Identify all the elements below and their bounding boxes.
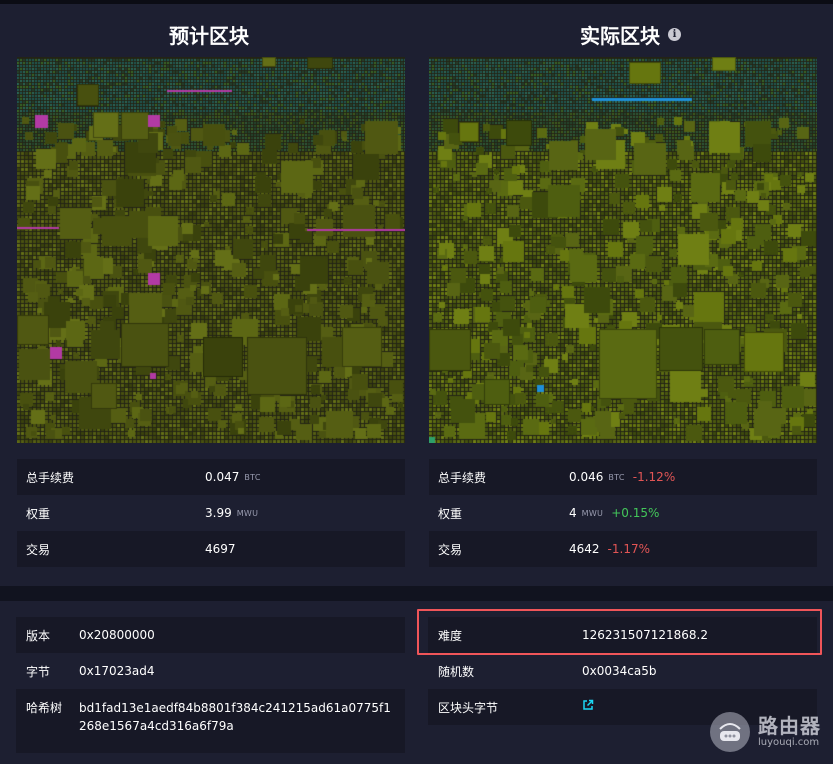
merkle-root-label: 哈希树 <box>26 701 63 715</box>
actual-fee-row: 总手续费 0.046 BTC -1.12% <box>429 459 817 495</box>
watermark-text: 路由器 luyouqi.com <box>758 715 821 749</box>
bits-value: 0x17023ad4 <box>79 664 155 678</box>
block-details-left: 版本 0x20800000 字节 0x17023ad4 哈希树 bd1fad13… <box>16 617 405 753</box>
actual-block-canvas[interactable] <box>429 57 817 443</box>
fee-unit: BTC <box>244 472 261 482</box>
actual-block-title: 实际区块 i <box>580 20 681 49</box>
watermark-url: luyouqi.com <box>758 737 820 748</box>
projected-block-title: 预计区块 <box>169 20 249 49</box>
version-value: 0x20800000 <box>79 628 155 642</box>
weight-label: 权重 <box>26 506 51 521</box>
actual-weight-row: 权重 4 MWU +0.15% <box>429 495 817 531</box>
router-logo-icon <box>710 712 750 752</box>
version-label: 版本 <box>26 628 51 643</box>
watermark-name: 路由器 <box>758 714 821 738</box>
block-header-hex-label: 区块头字节 <box>438 700 499 715</box>
version-row: 版本 0x20800000 <box>16 617 405 653</box>
merkle-root-value: bd1fad13e1aedf84b8801f384c241215ad61a077… <box>79 701 391 733</box>
tx-delta: -1.17% <box>607 542 650 556</box>
projected-fee-row: 总手续费 0.047 BTC <box>17 459 405 495</box>
actual-stats-table: 总手续费 0.046 BTC -1.12% 权重 4 MWU +0.15% 交易… <box>429 459 817 567</box>
block-details-panel: 版本 0x20800000 字节 0x17023ad4 哈希树 bd1fad13… <box>0 601 833 764</box>
projected-block-canvas[interactable] <box>17 57 405 443</box>
projected-weight-row: 权重 3.99 MWU <box>17 495 405 531</box>
fee-delta: -1.12% <box>632 470 676 484</box>
weight-value: 3.99 <box>205 506 232 520</box>
actual-tx-row: 交易 4642 -1.17% <box>429 531 817 567</box>
tx-value: 4697 <box>205 542 236 556</box>
top-border <box>0 0 833 4</box>
projected-stats-table: 总手续费 0.047 BTC 权重 3.99 MWU 交易 4697 <box>17 459 405 567</box>
external-link-icon[interactable] <box>582 699 594 715</box>
bits-label: 字节 <box>26 664 51 679</box>
weight-label: 权重 <box>438 506 463 521</box>
projected-tx-row: 交易 4697 <box>17 531 405 567</box>
weight-unit: MWU <box>236 508 259 518</box>
weight-unit: MWU <box>581 508 604 518</box>
nonce-label: 随机数 <box>438 664 475 679</box>
projected-block-visualization[interactable] <box>17 57 405 443</box>
tx-value: 4642 <box>569 542 600 556</box>
watermark: 路由器 luyouqi.com <box>710 712 821 752</box>
fee-label: 总手续费 <box>438 470 487 485</box>
difficulty-highlight-box <box>417 609 822 655</box>
fee-value: 0.046 <box>569 470 604 484</box>
actual-block-visualization[interactable] <box>429 57 817 443</box>
nonce-row: 随机数 0x0034ca5b <box>428 653 817 689</box>
info-icon[interactable]: i <box>668 28 681 41</box>
nonce-value: 0x0034ca5b <box>582 664 657 678</box>
weight-value: 4 <box>569 506 577 520</box>
block-comparison-panel: 预计区块 总手续费 0.047 BTC 权重 3.99 MWU 交易 4697 … <box>0 0 833 586</box>
weight-delta: +0.15% <box>611 506 660 520</box>
fee-value: 0.047 <box>205 470 240 484</box>
projected-title-text: 预计区块 <box>169 24 249 48</box>
actual-title-text: 实际区块 <box>580 24 660 48</box>
bits-row: 字节 0x17023ad4 <box>16 653 405 689</box>
fee-unit: BTC <box>608 472 625 482</box>
tx-label: 交易 <box>26 542 51 557</box>
tx-label: 交易 <box>438 542 463 557</box>
merkle-root-row: 哈希树 bd1fad13e1aedf84b8801f384c241215ad61… <box>16 689 405 753</box>
fee-label: 总手续费 <box>26 470 75 485</box>
